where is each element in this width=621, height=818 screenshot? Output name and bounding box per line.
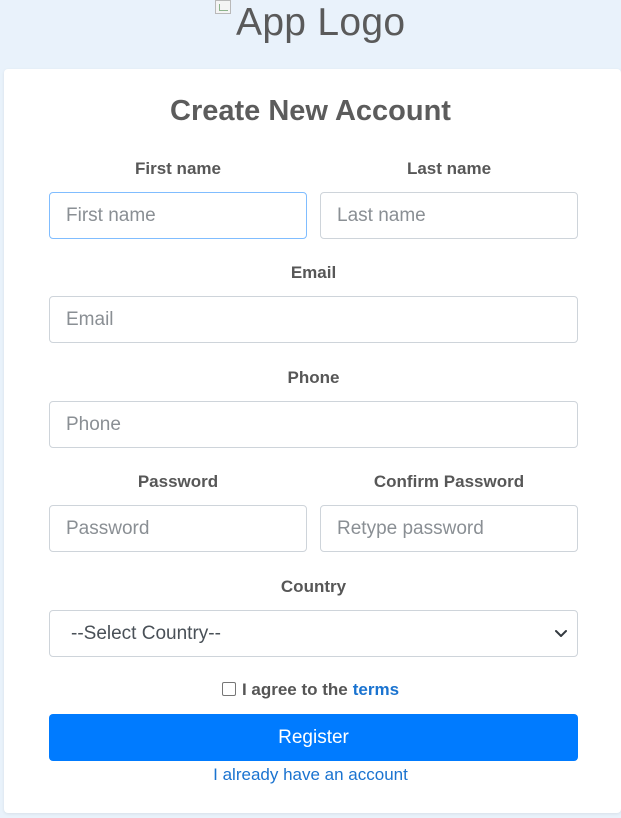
phone-label: Phone	[287, 368, 340, 387]
terms-checkbox[interactable]	[221, 682, 236, 696]
logo-alt-text: App Logo	[236, 1, 406, 44]
terms-text: I agree to the	[241, 680, 348, 699]
phone-field[interactable]	[49, 401, 578, 448]
login-link[interactable]: I already have an account	[0, 765, 621, 785]
password-label: Password	[137, 472, 219, 491]
app-logo: App Logo	[215, 0, 405, 45]
first-name-label: First name	[135, 159, 221, 178]
page-title: Create New Account	[170, 95, 451, 127]
email-field[interactable]	[49, 296, 578, 343]
email-label: Email	[290, 263, 337, 282]
chevron-down-icon	[555, 630, 567, 637]
last-name-field[interactable]	[320, 192, 578, 239]
broken-image-icon	[215, 0, 231, 14]
terms-link[interactable]: terms	[353, 680, 399, 700]
last-name-label: Last name	[406, 159, 492, 178]
country-label: Country	[280, 577, 347, 596]
terms-row: I agree to the terms	[0, 680, 621, 700]
first-name-field[interactable]	[49, 192, 307, 239]
confirm-password-label: Confirm Password	[373, 472, 525, 491]
password-field[interactable]	[49, 505, 307, 552]
header: App Logo	[0, 0, 621, 70]
confirm-password-field[interactable]	[320, 505, 578, 552]
country-select[interactable]: --Select Country--	[49, 610, 578, 657]
country-selected-value: --Select Country--	[71, 622, 221, 644]
register-button[interactable]: Register	[49, 714, 578, 761]
